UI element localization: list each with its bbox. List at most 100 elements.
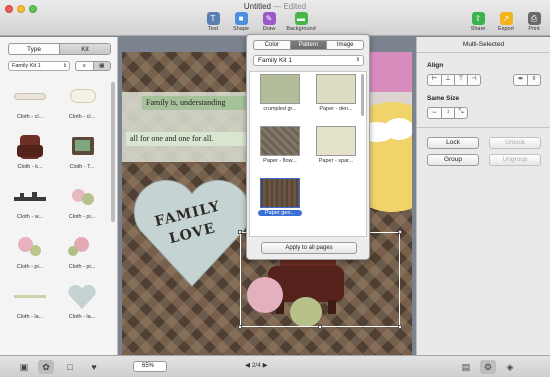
kit-sidebar: Type Kit Family Kit 1 ⇕ ≡ ▦ Cloth - cl..…: [0, 37, 118, 355]
settings-button[interactable]: ⚙: [480, 360, 496, 374]
toolbar-print-button[interactable]: ⎙ Print: [521, 12, 547, 32]
page-navigator: ◀ 2/4 ▶: [245, 361, 268, 369]
bottom-bar: ▣ ✿ □ ♥ 65% ◀ 2/4 ▶ ▤ ⚙ ◈: [0, 355, 550, 377]
favorites-button[interactable]: ♥: [86, 360, 102, 374]
kit-item[interactable]: Cloth - la...: [6, 283, 54, 329]
unlock-button[interactable]: Unlock: [489, 137, 541, 149]
align-center-button[interactable]: ⊥: [441, 75, 454, 85]
list-view-button[interactable]: ≡: [76, 62, 93, 70]
kit-item-label: Cloth - cl...: [68, 114, 96, 120]
pattern-label: crumpled gr...: [263, 106, 297, 112]
resize-handle[interactable]: [238, 230, 242, 234]
lace-strip-thumbnail: [12, 283, 48, 311]
gear-icon: ⚙: [483, 362, 493, 372]
sidebar-scrollbar[interactable]: [111, 82, 115, 222]
toolbar-share-label: Share: [470, 26, 486, 32]
resize-handle[interactable]: [398, 230, 402, 234]
pattern-item[interactable]: Paper - den...: [308, 74, 364, 124]
toolbar-shape-label: Shape: [233, 26, 249, 32]
zoom-select[interactable]: 65%: [133, 361, 167, 372]
toolbar-text-button[interactable]: T Text: [200, 12, 226, 32]
pattern-label: Paper - den...: [319, 106, 353, 112]
distribute-vertical-icon: ⇳: [531, 76, 537, 82]
pattern-swatch: [260, 74, 300, 104]
align-bottom-button[interactable]: ⊣: [467, 75, 480, 85]
same-height-button[interactable]: ↕: [441, 108, 454, 118]
distribute-vertical-button[interactable]: ⇳: [527, 75, 540, 85]
kit-select[interactable]: Family Kit 1 ⇕: [8, 61, 70, 71]
toolbar-print-label: Print: [528, 26, 540, 32]
pattern-item-selected[interactable]: Paper geo...: [252, 178, 308, 228]
kit-item[interactable]: Cloth - pi...: [58, 183, 106, 229]
toolbar-background-button[interactable]: ▬ Background: [284, 12, 318, 32]
tab-color[interactable]: Color: [254, 41, 290, 49]
pages-button[interactable]: ▤: [458, 360, 474, 374]
next-page-icon[interactable]: ▶: [263, 362, 268, 369]
shapes-library-button[interactable]: □: [62, 360, 78, 374]
layers-button[interactable]: ◈: [502, 360, 518, 374]
pattern-label: Paper - spar...: [318, 158, 354, 164]
resize-handle[interactable]: [398, 325, 402, 329]
skyline-thumbnail: [12, 183, 48, 211]
grid-view-button[interactable]: ▦: [92, 62, 110, 70]
flower-icon: ✿: [42, 362, 50, 372]
pattern-kit-value: Family Kit 1: [258, 57, 292, 64]
chevron-updown-icon: ⇕: [355, 57, 360, 63]
ungroup-button[interactable]: Ungroup: [489, 154, 541, 166]
align-left-button[interactable]: ⊢: [428, 75, 441, 85]
tab-kit[interactable]: Kit: [59, 44, 110, 54]
edited-indicator: — Edited: [273, 2, 307, 11]
armchair-thumbnail: [12, 133, 48, 161]
pattern-item[interactable]: Paper - spar...: [308, 126, 364, 176]
flower-thumbnail: [12, 233, 48, 261]
tab-image[interactable]: Image: [326, 41, 363, 49]
resize-handle[interactable]: [238, 325, 242, 329]
distribute-horizontal-button[interactable]: ⇹: [514, 75, 527, 85]
toolbar-share-button[interactable]: ⇪ Share: [465, 12, 491, 32]
background-popover: Color Pattern Image Family Kit 1 ⇕ crump…: [246, 34, 370, 260]
kit-item[interactable]: Cloth - la...: [58, 283, 106, 329]
pattern-swatch: [260, 178, 300, 208]
same-width-button[interactable]: ↔: [428, 108, 441, 118]
same-width-icon: ↔: [431, 109, 438, 115]
pattern-kit-select[interactable]: Family Kit 1 ⇕: [253, 55, 364, 66]
same-size-button[interactable]: ⤡: [454, 108, 467, 118]
previous-page-icon[interactable]: ◀: [245, 362, 250, 369]
kit-item[interactable]: Cloth - cl...: [6, 83, 54, 129]
resize-handle[interactable]: [318, 325, 322, 329]
cloud-element[interactable]: [384, 118, 412, 140]
toolbar-draw-button[interactable]: ✎ Draw: [256, 12, 282, 32]
lock-button[interactable]: Lock: [427, 137, 479, 149]
pattern-item[interactable]: crumpled gr...: [252, 74, 308, 124]
heart-icon: ♥: [91, 362, 97, 372]
heart-thumbnail: [64, 283, 100, 311]
list-icon: ≡: [82, 63, 86, 69]
window-title-text: Untitled: [243, 2, 271, 11]
kit-select-value: Family Kit 1: [12, 63, 41, 69]
image-library-button[interactable]: ▣: [16, 360, 32, 374]
toolbar-export-button[interactable]: ↗ Export: [493, 12, 519, 32]
distribute-horizontal-icon: ⇹: [517, 76, 524, 82]
share-icon: ⇪: [471, 12, 485, 25]
draw-icon: ✎: [262, 12, 276, 25]
layers-icon: ◈: [506, 362, 514, 372]
pattern-item[interactable]: Paper - flow...: [252, 126, 308, 176]
align-top-button[interactable]: ⊤: [454, 75, 467, 85]
tab-pattern[interactable]: Pattern: [289, 41, 327, 49]
toolbar-shape-button[interactable]: ■ Shape: [228, 12, 254, 32]
toolbar-export-label: Export: [498, 26, 514, 32]
kit-item[interactable]: Cloth - pi...: [58, 233, 106, 279]
group-button[interactable]: Group: [427, 154, 479, 166]
kit-item[interactable]: Cloth - k...: [6, 133, 54, 179]
apply-to-all-pages-button[interactable]: Apply to all pages: [261, 242, 357, 254]
tab-type[interactable]: Type: [9, 44, 59, 54]
kit-item-label: Cloth - pi...: [16, 264, 44, 270]
kit-item[interactable]: Cloth - pi...: [6, 233, 54, 279]
kit-item[interactable]: Cloth - cl...: [58, 83, 106, 129]
page-indicator: 2/4: [251, 362, 261, 369]
kit-library-button[interactable]: ✿: [38, 360, 54, 374]
background-type-tabs: Color Pattern Image: [253, 40, 364, 50]
kit-item[interactable]: Cloth - T...: [58, 133, 106, 179]
kit-item[interactable]: Cloth - w...: [6, 183, 54, 229]
align-center-icon: ⊥: [445, 76, 451, 82]
